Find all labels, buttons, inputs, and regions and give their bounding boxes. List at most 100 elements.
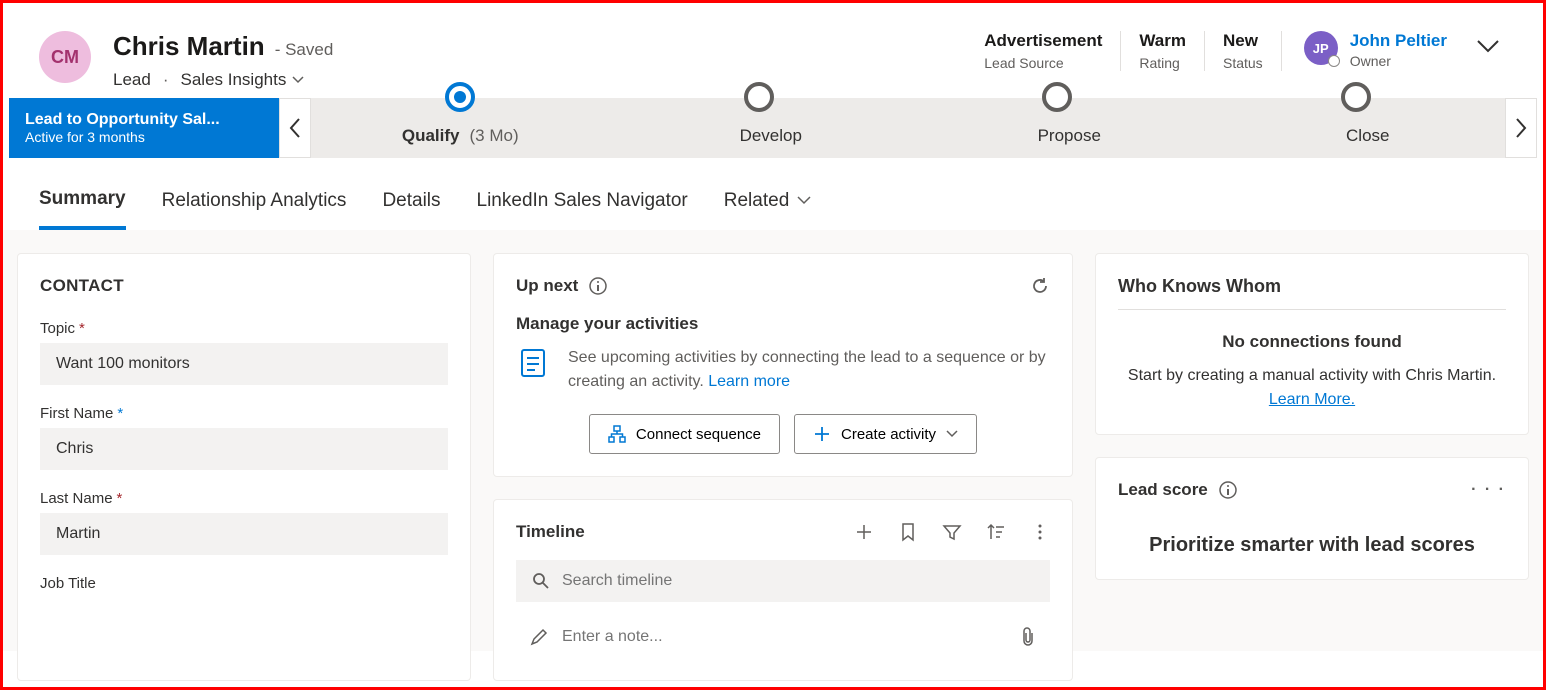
lead-score-card: Lead score · · · Prioritize smarter with…	[1095, 457, 1529, 580]
right-column: Who Knows Whom No connections found Star…	[1095, 253, 1529, 681]
stage-develop[interactable]: Develop	[610, 98, 909, 158]
tab-summary[interactable]: Summary	[39, 180, 126, 230]
middle-column: Up next Manage your activities See upcom…	[493, 253, 1073, 681]
topic-input[interactable]	[40, 343, 448, 385]
header-field-status[interactable]: New Status	[1205, 31, 1282, 71]
header-field-value: Advertisement	[984, 31, 1102, 51]
contact-section: CONTACT Topic* First Name* Last Name* Jo…	[17, 253, 471, 681]
timeline-add-button[interactable]	[854, 522, 874, 542]
form-tabs: Summary Relationship Analytics Details L…	[3, 158, 1543, 231]
presence-icon	[1328, 55, 1340, 67]
sort-icon	[986, 522, 1006, 542]
section-title: CONTACT	[40, 276, 448, 296]
header-field-rating[interactable]: Warm Rating	[1121, 31, 1205, 71]
timeline-note[interactable]	[516, 616, 1050, 658]
stage-indicator-icon	[1042, 82, 1072, 112]
process-name-block[interactable]: Lead to Opportunity Sal... Active for 3 …	[9, 98, 279, 158]
learn-more-link[interactable]: Learn more	[708, 373, 790, 390]
stage-propose[interactable]: Propose	[908, 98, 1207, 158]
chevron-down-icon	[1477, 39, 1499, 53]
manage-activities-text: See upcoming activities by connecting th…	[568, 346, 1050, 394]
chevron-down-icon	[946, 429, 958, 439]
wkw-empty-title: No connections found	[1118, 332, 1506, 352]
timeline-search[interactable]	[516, 560, 1050, 602]
stage-name: Qualify	[402, 110, 460, 146]
info-icon[interactable]	[588, 276, 608, 296]
owner-name: John Peltier	[1350, 31, 1447, 51]
connect-sequence-button[interactable]: Connect sequence	[589, 414, 780, 454]
pencil-icon	[530, 628, 548, 646]
timeline-filter-button[interactable]	[942, 522, 962, 542]
clipboard-icon	[516, 346, 550, 380]
chevron-down-icon	[797, 196, 811, 206]
process-duration: Active for 3 months	[25, 129, 263, 145]
stage-name: Propose	[1038, 110, 1101, 146]
timeline-search-input[interactable]	[562, 572, 1034, 590]
lastname-input[interactable]	[40, 513, 448, 555]
upnext-title: Up next	[516, 276, 578, 296]
entity-label: Lead	[113, 70, 151, 90]
chevron-right-icon	[1515, 118, 1527, 138]
record-header: CM Chris Martin - Saved Lead · Sales Ins…	[3, 3, 1543, 98]
tab-details[interactable]: Details	[382, 182, 440, 228]
lock-icon	[716, 120, 730, 136]
sitemap-icon	[608, 425, 626, 443]
leadscore-tagline: Prioritize smarter with lead scores	[1118, 534, 1506, 557]
timeline-more-button[interactable]	[1030, 522, 1050, 542]
lock-icon	[1322, 120, 1336, 136]
stage-indicator-icon	[445, 82, 475, 112]
header-field-label: Lead Source	[984, 55, 1102, 71]
title-block: Chris Martin - Saved Lead · Sales Insigh…	[113, 31, 333, 90]
bookmark-icon	[898, 522, 918, 542]
lastname-label: Last Name*	[40, 490, 448, 507]
timeline-sort-button[interactable]	[986, 522, 1006, 542]
owner-label: Owner	[1350, 53, 1447, 69]
business-process-flow: Lead to Opportunity Sal... Active for 3 …	[9, 98, 1537, 158]
timeline-bookmark-button[interactable]	[898, 522, 918, 542]
paperclip-icon[interactable]	[1020, 627, 1036, 647]
stage-qualify[interactable]: Qualify (3 Mo)	[311, 98, 610, 158]
button-label: Connect sequence	[636, 426, 761, 443]
more-button[interactable]: · · ·	[1471, 481, 1506, 499]
separator-dot: ·	[163, 70, 169, 90]
stage-name: Develop	[740, 110, 802, 146]
chevron-down-icon	[292, 74, 304, 86]
header-field-label: Status	[1223, 55, 1263, 71]
lock-icon	[1014, 120, 1028, 136]
owner-block[interactable]: JP John Peltier Owner	[1282, 31, 1447, 69]
saved-indicator: - Saved	[275, 40, 334, 60]
process-prev-button[interactable]	[279, 98, 311, 158]
search-icon	[532, 572, 550, 590]
stage-close[interactable]: Close	[1207, 98, 1506, 158]
learn-more-link[interactable]: Learn More.	[1269, 391, 1355, 408]
form-name: Sales Insights	[181, 70, 287, 90]
wkw-title: Who Knows Whom	[1118, 276, 1506, 310]
owner-avatar: JP	[1304, 31, 1338, 65]
refresh-icon[interactable]	[1030, 276, 1050, 296]
tab-relationship-analytics[interactable]: Relationship Analytics	[162, 182, 347, 228]
firstname-input[interactable]	[40, 428, 448, 470]
header-expand-button[interactable]	[1477, 31, 1499, 55]
form-selector[interactable]: Sales Insights	[181, 70, 305, 90]
info-icon[interactable]	[1218, 480, 1238, 500]
tab-label: Related	[724, 190, 790, 212]
process-next-button[interactable]	[1505, 98, 1537, 158]
chevron-left-icon	[289, 118, 301, 138]
tab-linkedin[interactable]: LinkedIn Sales Navigator	[477, 182, 688, 228]
header-fields: Advertisement Lead Source Warm Rating Ne…	[966, 31, 1507, 71]
header-field-leadsource[interactable]: Advertisement Lead Source	[966, 31, 1121, 71]
tab-related[interactable]: Related	[724, 182, 812, 228]
process-name: Lead to Opportunity Sal...	[25, 111, 263, 129]
owner-initials: JP	[1313, 41, 1329, 56]
wkw-empty-text: Start by creating a manual activity with…	[1118, 364, 1506, 412]
manage-activities-title: Manage your activities	[516, 314, 1050, 334]
timeline-note-input[interactable]	[562, 628, 1006, 646]
create-activity-button[interactable]: Create activity	[794, 414, 977, 454]
filter-icon	[942, 522, 962, 542]
header-field-label: Rating	[1139, 55, 1186, 71]
leadscore-title: Lead score	[1118, 480, 1208, 500]
firstname-label: First Name*	[40, 405, 448, 422]
form-body: CONTACT Topic* First Name* Last Name* Jo…	[3, 231, 1543, 651]
more-vertical-icon	[1030, 522, 1050, 542]
timeline-title: Timeline	[516, 522, 585, 542]
